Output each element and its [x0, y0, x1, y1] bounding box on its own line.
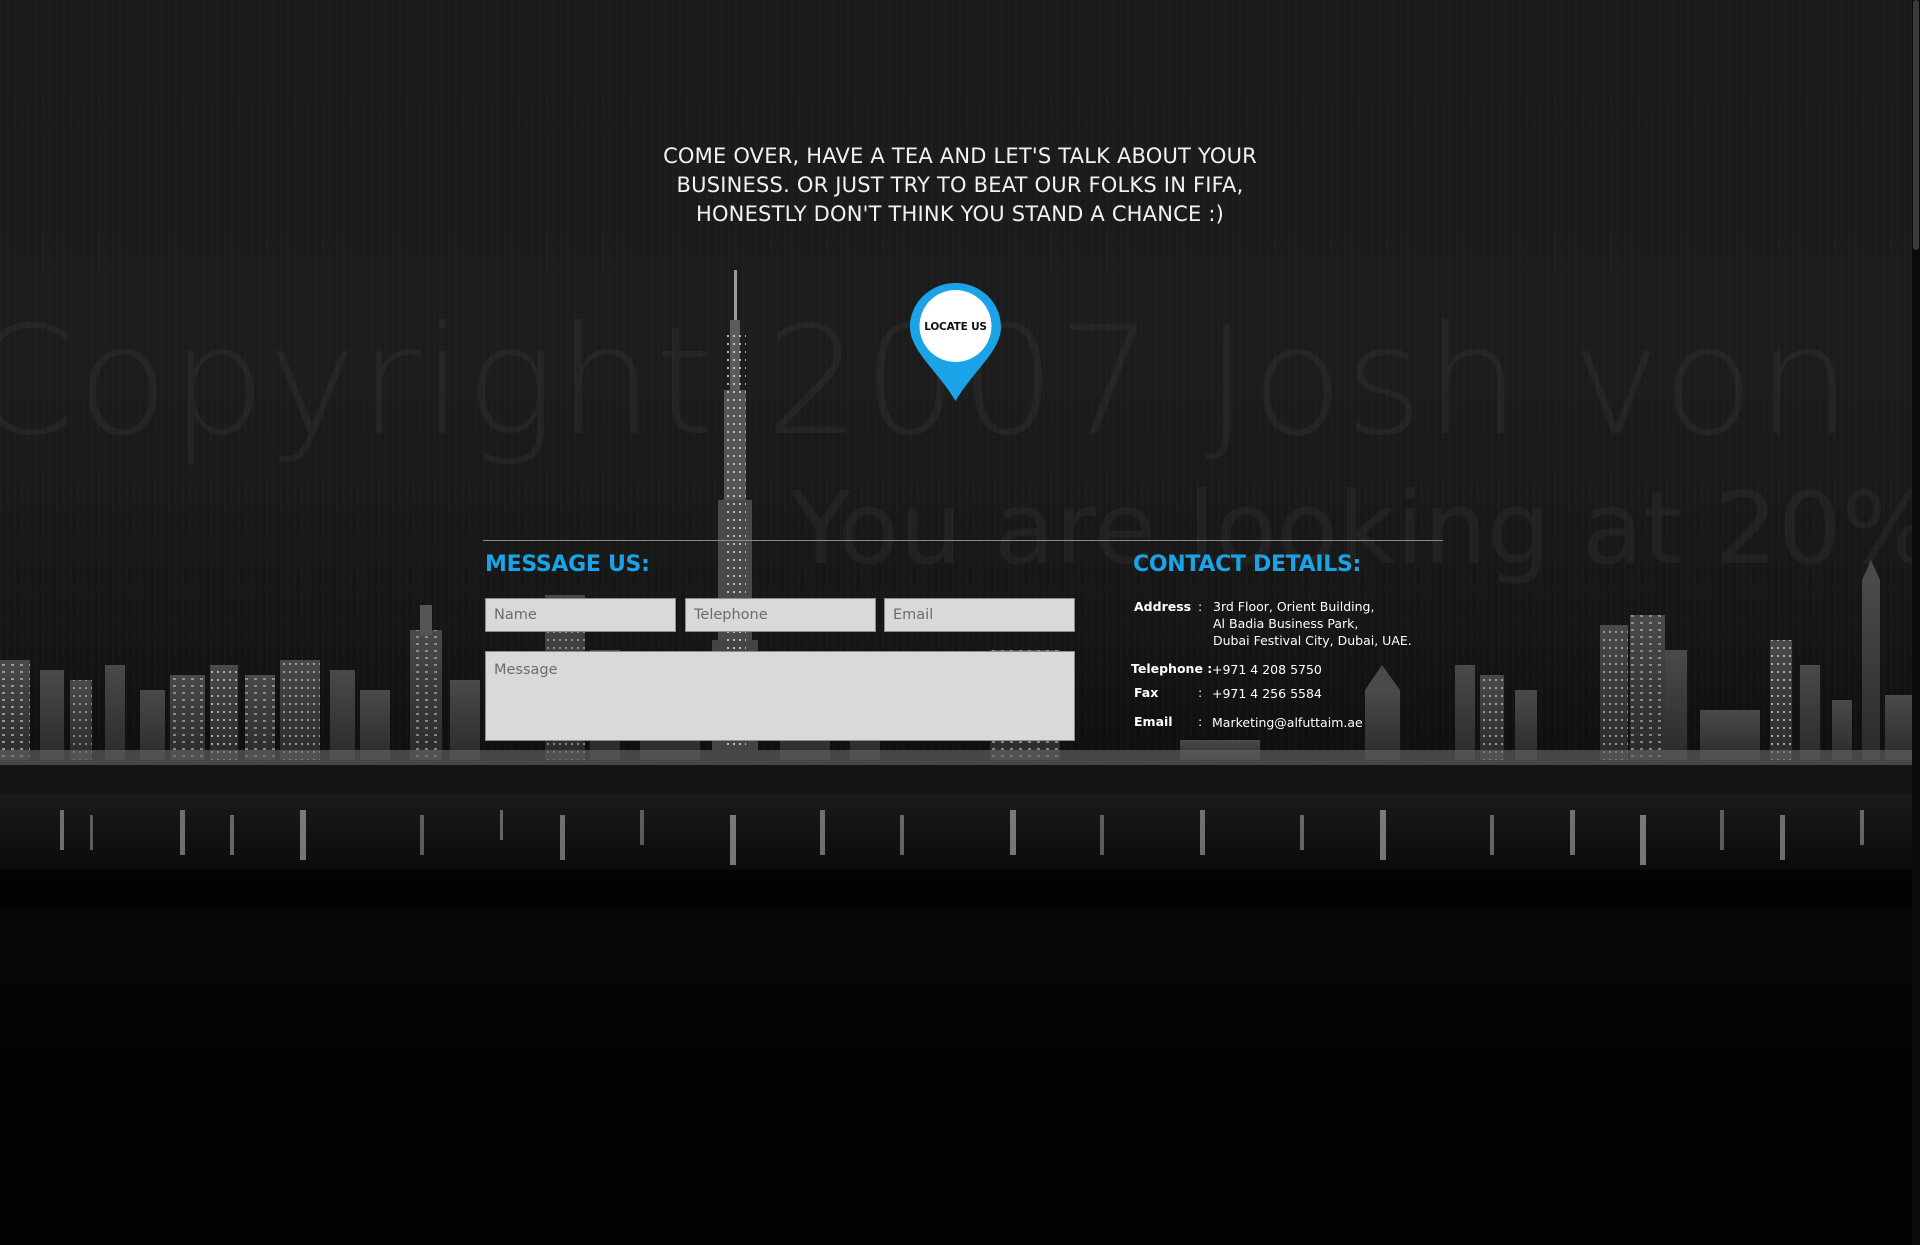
- tagline-line-3: HONESTLY DON'T THINK YOU STAND A CHANCE …: [695, 202, 1225, 226]
- contact-page: Copyright 2007 Josh von Staudach You are…: [0, 0, 1920, 1245]
- scrollbar-track[interactable]: [1912, 0, 1920, 1245]
- email-link[interactable]: Marketing@alfuttaim.ae: [1212, 714, 1363, 731]
- telephone-value: +971 4 208 5750: [1212, 662, 1322, 677]
- address-value: 3rd Floor, Orient Building, Al Badia Bus…: [1213, 598, 1412, 649]
- address-line-3: Dubai Festival City, Dubai, UAE.: [1213, 633, 1412, 648]
- hero-tagline: COME OVER, HAVE A TEA AND LET'S TALK ABO…: [600, 142, 1320, 229]
- name-input[interactable]: [485, 598, 676, 632]
- email-input[interactable]: [884, 598, 1075, 632]
- map-pin-icon: [910, 283, 1001, 401]
- telephone-label: Telephone :: [1131, 661, 1213, 676]
- address-line-1: 3rd Floor, Orient Building,: [1213, 599, 1375, 614]
- fax-label: Fax: [1134, 685, 1159, 700]
- email-colon: :: [1198, 714, 1203, 729]
- message-textarea[interactable]: [485, 651, 1075, 741]
- address-colon: :: [1198, 599, 1203, 614]
- tagline-line-1: COME OVER, HAVE A TEA AND LET'S TALK ABO…: [663, 144, 1257, 168]
- section-divider: [483, 540, 1443, 541]
- contact-details-title: CONTACT DETAILS:: [1133, 552, 1362, 577]
- email-label: Email: [1134, 714, 1173, 729]
- message-us-title: MESSAGE US:: [485, 552, 650, 577]
- telephone-input[interactable]: [685, 598, 876, 632]
- fax-colon: :: [1198, 685, 1203, 700]
- fax-value: +971 4 256 5584: [1212, 686, 1322, 701]
- address-label: Address: [1134, 599, 1192, 614]
- scrollbar-thumb[interactable]: [1913, 0, 1919, 250]
- locate-us-button[interactable]: LOCATE US: [908, 281, 1003, 403]
- tagline-line-2: BUSINESS. OR JUST TRY TO BEAT OUR FOLKS …: [676, 173, 1244, 197]
- locate-us-label: LOCATE US: [924, 321, 987, 333]
- left-building-cluster: [0, 605, 480, 760]
- address-line-2: Al Badia Business Park,: [1213, 616, 1359, 631]
